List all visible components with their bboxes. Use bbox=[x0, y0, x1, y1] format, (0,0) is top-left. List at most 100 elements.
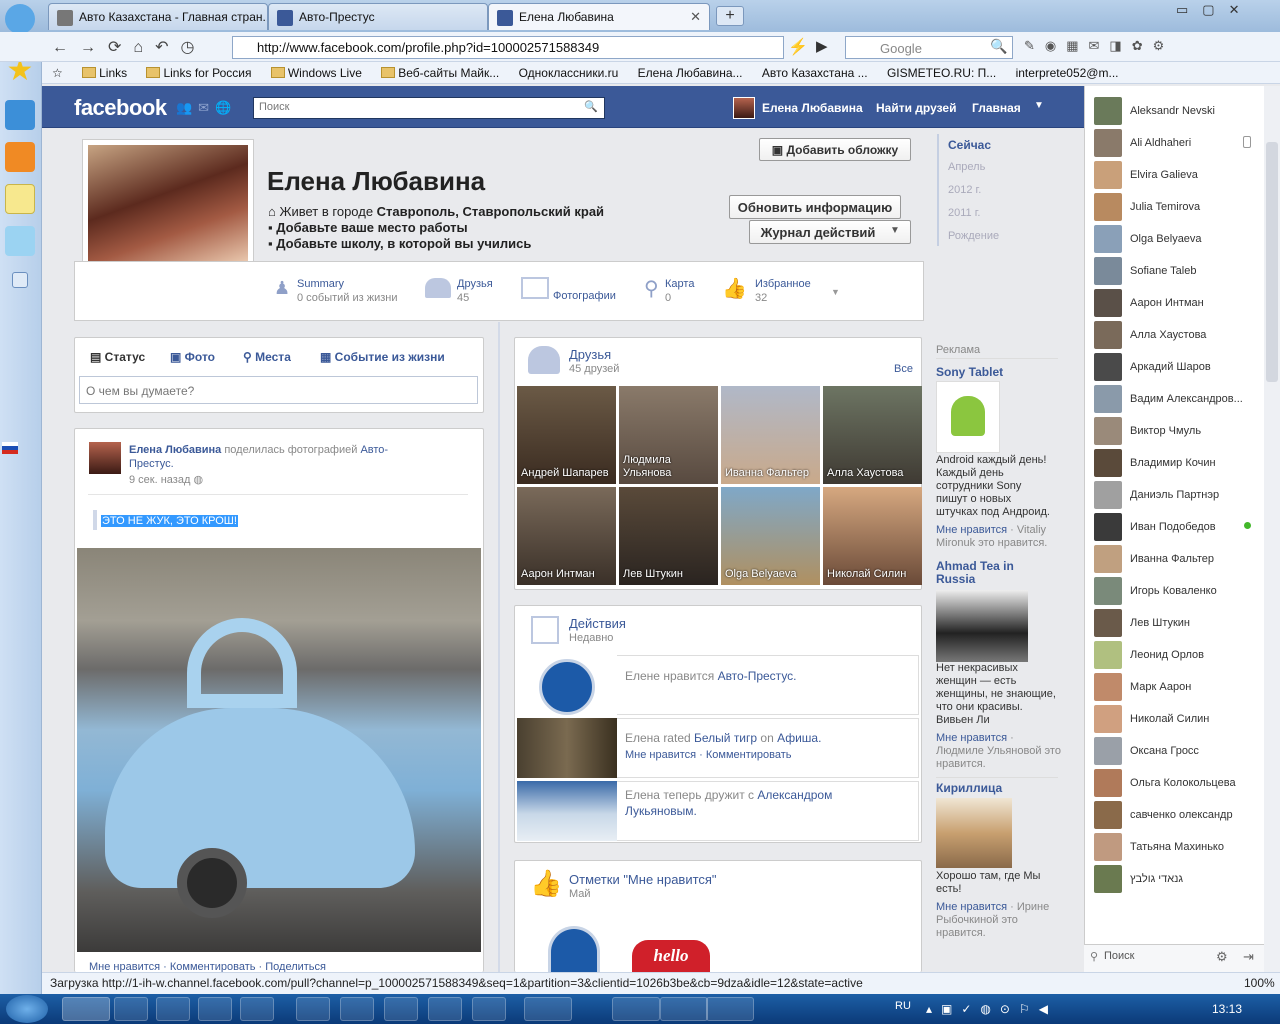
hello-logo[interactable]: hello bbox=[632, 940, 710, 972]
friend-tile[interactable]: Аарон Интман bbox=[517, 487, 616, 585]
taskbar-app[interactable] bbox=[524, 997, 572, 1021]
fb-notification-icons[interactable]: 👥✉🌐 bbox=[176, 100, 237, 116]
address-bar[interactable]: http://www.facebook.com/profile.php?id=1… bbox=[232, 36, 784, 59]
add-panel-icon[interactable] bbox=[12, 272, 28, 288]
update-info-button[interactable]: Обновить информацию bbox=[729, 195, 901, 219]
activity-actions[interactable]: Мне нравится · Комментировать bbox=[625, 749, 791, 761]
friend-tile[interactable]: Лев Штукин bbox=[619, 487, 718, 585]
tray-icons[interactable]: ▴▣✓◍⊙⚐◀ bbox=[926, 1002, 1057, 1016]
friends-title[interactable]: Друзья bbox=[569, 347, 611, 362]
friend-tile[interactable]: Андрей Шапарев bbox=[517, 386, 616, 484]
toolbar-icons[interactable]: ✎◉▦✉◨✿⚙ bbox=[1024, 38, 1274, 56]
timeline-birth[interactable]: Рождение bbox=[948, 230, 999, 242]
timeline-april[interactable]: Апрель bbox=[948, 161, 985, 173]
ad-like-link[interactable]: Мне нравится bbox=[936, 901, 1007, 913]
post-photo[interactable] bbox=[77, 548, 481, 952]
friend-tile[interactable]: Николай Силин bbox=[823, 487, 922, 585]
bookmark-gismeteo[interactable]: GISMETEO.RU: П... bbox=[887, 66, 996, 80]
browser-tab-3[interactable]: Елена Любавина ✕ bbox=[488, 3, 710, 30]
vw-logo[interactable] bbox=[517, 655, 617, 715]
chat-contact[interactable]: Elvira Galieva bbox=[1094, 161, 1254, 189]
nav-map[interactable]: Карта 0 bbox=[665, 277, 694, 305]
chat-contact[interactable]: Вадим Александров... bbox=[1094, 385, 1254, 413]
friends-all-link[interactable]: Все bbox=[894, 363, 913, 375]
search-icon[interactable]: 🔍 bbox=[990, 38, 1007, 55]
fb-logo[interactable]: facebook bbox=[74, 95, 167, 121]
cloud-icon[interactable] bbox=[5, 226, 35, 256]
taskbar-app[interactable] bbox=[706, 997, 754, 1021]
chat-search-input[interactable]: Поиск bbox=[1104, 950, 1134, 962]
chat-contact[interactable]: Николай Силин bbox=[1094, 705, 1254, 733]
taskbar-app[interactable] bbox=[340, 997, 374, 1021]
scrollbar-thumb[interactable] bbox=[1266, 142, 1278, 382]
chat-contact[interactable]: Julia Temirova bbox=[1094, 193, 1254, 221]
search-input[interactable]: Google bbox=[845, 36, 1013, 59]
browser-tab-1[interactable]: Авто Казахстана - Главная стран... bbox=[48, 3, 268, 30]
chat-contact[interactable]: Алла Хаустова bbox=[1094, 321, 1254, 349]
header-avatar[interactable] bbox=[733, 97, 755, 119]
bookmark-links-russia[interactable]: Links for Россия bbox=[146, 66, 252, 80]
bookmark-links[interactable]: Links bbox=[82, 66, 127, 80]
ad-like-link[interactable]: Мне нравится bbox=[936, 524, 1007, 536]
chevron-down-icon[interactable]: ▼ bbox=[890, 225, 900, 236]
taskbar-app[interactable] bbox=[384, 997, 418, 1021]
taskbar-app[interactable] bbox=[660, 997, 708, 1021]
chat-contact[interactable]: Игорь Коваленко bbox=[1094, 577, 1254, 605]
chat-contact[interactable]: Оксана Гросс bbox=[1094, 737, 1254, 765]
close-tab-icon[interactable]: ✕ bbox=[690, 9, 701, 25]
composer-tab-places[interactable]: ⚲ Места bbox=[243, 350, 291, 364]
chat-contact[interactable]: савченко олександр bbox=[1094, 801, 1254, 829]
post-time[interactable]: 9 сек. назад ◍ bbox=[129, 473, 203, 486]
chat-contact[interactable]: Иван Подобедов bbox=[1094, 513, 1254, 541]
nav-buttons[interactable]: ←→⟳⌂↶◷ bbox=[52, 37, 206, 57]
chat-contact[interactable]: Владимир Кочин bbox=[1094, 449, 1254, 477]
chat-contact[interactable]: Aleksandr Nevski bbox=[1094, 97, 1254, 125]
bookmark-facebook[interactable]: Елена Любавина... bbox=[638, 66, 743, 80]
friend-photo-thumb[interactable] bbox=[517, 781, 617, 841]
movie-thumb[interactable] bbox=[517, 718, 617, 778]
composer-tab-life-event[interactable]: ▦ Событие из жизни bbox=[320, 350, 445, 364]
popout-icon[interactable]: ⇥ bbox=[1243, 949, 1254, 965]
ad-title[interactable]: Ahmad Tea in Russia bbox=[936, 560, 1056, 586]
chat-contact[interactable]: גנאדי גולבץ bbox=[1094, 865, 1254, 893]
notes-icon[interactable] bbox=[5, 184, 35, 214]
chat-contact[interactable]: Аарон Интман bbox=[1094, 289, 1254, 317]
chat-contact[interactable]: Даниэль Партнэр bbox=[1094, 481, 1254, 509]
ad-like-link[interactable]: Мне нравится bbox=[936, 732, 1007, 744]
taskbar-app[interactable] bbox=[198, 997, 232, 1021]
find-friends-link[interactable]: Найти друзей bbox=[876, 101, 956, 115]
taskbar-app[interactable] bbox=[428, 997, 462, 1021]
browser-tab-2[interactable]: Авто-Престус bbox=[268, 3, 488, 30]
post-author-avatar[interactable] bbox=[89, 442, 121, 474]
ad-image-vivien[interactable] bbox=[936, 590, 1028, 662]
add-school[interactable]: ▪ Добавьте школу, в которой вы учились bbox=[268, 236, 531, 251]
likes-title[interactable]: Отметки "Мне нравится" bbox=[569, 872, 717, 887]
chat-contact[interactable]: Olga Belyaeva bbox=[1094, 225, 1254, 253]
taskbar-app[interactable] bbox=[240, 997, 274, 1021]
download-icon[interactable] bbox=[5, 100, 35, 130]
nav-favorites[interactable]: Избранное 32 bbox=[755, 277, 811, 305]
chat-contact[interactable]: Ольга Колокольцева bbox=[1094, 769, 1254, 797]
bookmark-windows-live[interactable]: Windows Live bbox=[270, 66, 362, 80]
nav-friends[interactable]: Друзья 45 bbox=[457, 277, 493, 305]
taskbar-app[interactable] bbox=[612, 997, 660, 1021]
window-controls[interactable]: ▭▢✕ bbox=[1176, 2, 1276, 20]
taskbar-app[interactable] bbox=[472, 997, 506, 1021]
taskbar-app[interactable] bbox=[156, 997, 190, 1021]
friend-tile[interactable]: Алла Хаустова bbox=[823, 386, 922, 484]
post-author-link[interactable]: Елена Любавина bbox=[129, 444, 221, 456]
ad-image-android[interactable] bbox=[936, 381, 1000, 453]
new-tab-button[interactable]: + bbox=[716, 6, 744, 26]
chat-contact[interactable]: Иванна Фальтер bbox=[1094, 545, 1254, 573]
lightning-icon[interactable]: ⚡ bbox=[788, 37, 808, 57]
language-indicator[interactable]: RU bbox=[895, 1000, 911, 1012]
chat-contact[interactable]: Марк Аарон bbox=[1094, 673, 1254, 701]
search-icon[interactable]: 🔍 bbox=[584, 100, 598, 113]
bookmark-odnoklassniki[interactable]: Одноклассники.ru bbox=[519, 66, 619, 80]
taskbar-app[interactable] bbox=[296, 997, 330, 1021]
activity-log-button[interactable]: Журнал действий bbox=[749, 220, 911, 244]
bookmark-web-sites[interactable]: Веб-сайты Майк... bbox=[381, 66, 499, 80]
friend-tile[interactable]: Иванна Фальтер bbox=[721, 386, 820, 484]
timeline-now[interactable]: Сейчас bbox=[948, 138, 991, 152]
friend-tile[interactable]: Людмила Ульянова bbox=[619, 386, 718, 484]
